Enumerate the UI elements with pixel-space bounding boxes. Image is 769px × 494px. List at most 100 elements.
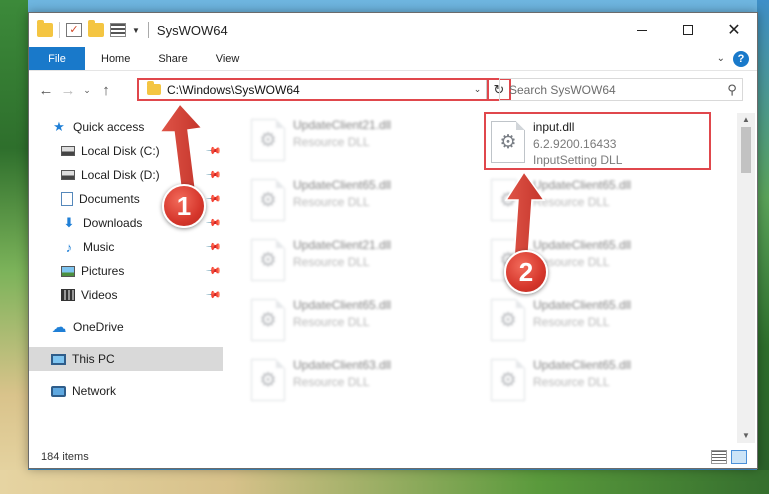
scroll-up-icon[interactable]: ▲ — [737, 113, 755, 127]
navigation-pane: ★ Quick access Local Disk (C:) 📌 Local D… — [29, 113, 223, 443]
address-dropdown-icon[interactable]: ⌄ — [469, 80, 487, 99]
list-item[interactable]: ⚙ UpdateClient65.dll Resource DLL — [247, 295, 471, 349]
dll-file-icon: ⚙ — [251, 119, 285, 161]
file-name: UpdateClient63.dll — [293, 358, 392, 372]
search-icon[interactable]: ⚲ — [722, 82, 742, 98]
recent-locations-chevron-icon[interactable]: ⌄ — [79, 85, 95, 96]
gear-icon: ⚙ — [259, 129, 277, 151]
desktop-background-left — [0, 0, 28, 494]
list-item[interactable]: ⚙ UpdateClient21.dll Resource DLL — [247, 235, 471, 289]
tab-home[interactable]: Home — [85, 47, 144, 70]
sidebar-item-label: Network — [72, 384, 117, 398]
sidebar-item-this-pc[interactable]: This PC — [29, 347, 223, 371]
file-name: UpdateClient21.dll — [293, 118, 392, 132]
search-input[interactable] — [509, 82, 722, 97]
sidebar-item-pictures[interactable]: Pictures 📌 — [29, 259, 223, 283]
scroll-down-icon[interactable]: ▼ — [737, 429, 755, 443]
customize-toolbar-dropdown-icon[interactable]: ▼ — [132, 26, 140, 35]
gear-icon: ⚙ — [499, 309, 517, 331]
step-2-badge: 2 — [504, 250, 548, 294]
drive-icon — [61, 146, 75, 156]
sidebar-item-local-disk-d[interactable]: Local Disk (D:) 📌 — [29, 163, 223, 187]
desktop-background-right — [757, 0, 769, 494]
maximize-icon — [683, 25, 693, 35]
list-item[interactable]: ⚙ UpdateClient63.dll Resource DLL — [247, 355, 471, 409]
new-folder-icon[interactable] — [88, 20, 104, 37]
file-explorer-window: ✓ ▼ SysWOW64 ✕ File Home Share View ⌄ ? … — [28, 12, 758, 469]
up-arrow-icon[interactable]: ↑ — [95, 82, 117, 99]
pin-icon[interactable]: 📌 — [205, 287, 222, 304]
sidebar-item-videos[interactable]: Videos 📌 — [29, 283, 223, 307]
properties-check-icon[interactable]: ✓ — [66, 23, 82, 37]
file-type: Resource DLL — [293, 255, 370, 269]
gear-icon: ⚙ — [259, 369, 277, 391]
pin-icon[interactable]: 📌 — [205, 143, 222, 160]
file-name: UpdateClient65.dll — [533, 358, 632, 372]
sidebar-item-network[interactable]: Network — [29, 379, 223, 403]
address-folder-icon — [147, 81, 161, 95]
file-type: Resource DLL — [533, 375, 610, 389]
pin-icon[interactable]: 📌 — [205, 167, 222, 184]
download-icon: ⬇ — [63, 215, 75, 230]
back-arrow-icon[interactable]: ← — [35, 82, 57, 99]
status-bar: 184 items — [29, 445, 757, 469]
list-item[interactable]: ⚙ UpdateClient21.dll Resource DLL — [247, 115, 471, 169]
folder-icon — [37, 20, 53, 37]
list-item[interactable]: ⚙ UpdateClient65.dll Resource DLL — [487, 175, 711, 229]
close-button[interactable]: ✕ — [711, 13, 757, 47]
dll-file-icon: ⚙ — [491, 299, 525, 341]
dll-file-icon: ⚙ — [251, 179, 285, 221]
expand-ribbon-chevron-icon[interactable]: ⌄ — [717, 53, 725, 64]
gear-icon: ⚙ — [259, 309, 277, 331]
sidebar-item-label: Local Disk (C:) — [81, 144, 160, 158]
pin-icon[interactable]: 📌 — [205, 239, 222, 256]
file-name: UpdateClient65.dll — [533, 298, 632, 312]
drive-icon — [61, 170, 75, 180]
sidebar-item-music[interactable]: ♪ Music 📌 — [29, 235, 223, 259]
search-box[interactable]: ⚲ — [499, 78, 743, 101]
music-icon: ♪ — [65, 239, 73, 255]
file-type: Resource DLL — [293, 195, 370, 209]
sidebar-item-local-disk-c[interactable]: Local Disk (C:) 📌 — [29, 139, 223, 163]
item-count: 184 items — [41, 451, 89, 463]
list-item[interactable]: ⚙ UpdateClient65.dll Resource DLL — [247, 175, 471, 229]
tab-file[interactable]: File — [29, 47, 85, 70]
details-view-icon[interactable] — [711, 450, 727, 464]
gear-icon: ⚙ — [259, 189, 277, 211]
documents-icon — [61, 192, 73, 206]
ribbon-right-controls: ⌄ ? — [717, 47, 757, 70]
vertical-scrollbar[interactable]: ▲ ▼ — [737, 113, 755, 443]
minimize-icon — [637, 29, 647, 31]
sidebar-item-label: Music — [83, 240, 115, 254]
tab-view[interactable]: View — [202, 47, 254, 70]
sidebar-item-label: This PC — [72, 352, 115, 366]
file-name: UpdateClient65.dll — [533, 238, 632, 252]
sidebar-item-onedrive[interactable]: ☁ OneDrive — [29, 315, 223, 339]
list-item[interactable]: ⚙ UpdateClient65.dll Resource DLL — [487, 295, 711, 349]
pin-icon[interactable]: 📌 — [205, 191, 222, 208]
maximize-button[interactable] — [665, 13, 711, 47]
tab-share[interactable]: Share — [144, 47, 201, 70]
sidebar-item-quick-access[interactable]: ★ Quick access — [29, 115, 223, 139]
computer-icon — [51, 353, 66, 365]
pin-icon[interactable]: 📌 — [205, 263, 222, 280]
file-name: UpdateClient65.dll — [533, 178, 632, 192]
gear-icon: ⚙ — [499, 369, 517, 391]
file-type: Resource DLL — [293, 375, 370, 389]
sidebar-item-label: Documents — [79, 192, 140, 206]
sidebar-item-label: Local Disk (D:) — [81, 168, 160, 182]
minimize-button[interactable] — [619, 13, 665, 47]
forward-arrow-icon[interactable]: → — [57, 82, 79, 99]
scroll-thumb[interactable] — [741, 127, 751, 173]
sidebar-item-label: Videos — [81, 288, 118, 302]
rename-icon[interactable] — [110, 23, 126, 37]
sidebar-item-label: Pictures — [81, 264, 125, 278]
pin-icon[interactable]: 📌 — [205, 215, 222, 232]
videos-icon — [61, 289, 75, 301]
file-name: UpdateClient65.dll — [293, 298, 392, 312]
list-item[interactable]: ⚙ UpdateClient65.dll Resource DLL — [487, 355, 711, 409]
address-path[interactable]: C:\Windows\SysWOW64 — [167, 83, 469, 97]
help-icon[interactable]: ? — [733, 50, 749, 67]
address-bar[interactable]: C:\Windows\SysWOW64 ⌄ — [137, 78, 489, 101]
large-icons-view-icon[interactable] — [731, 450, 747, 464]
